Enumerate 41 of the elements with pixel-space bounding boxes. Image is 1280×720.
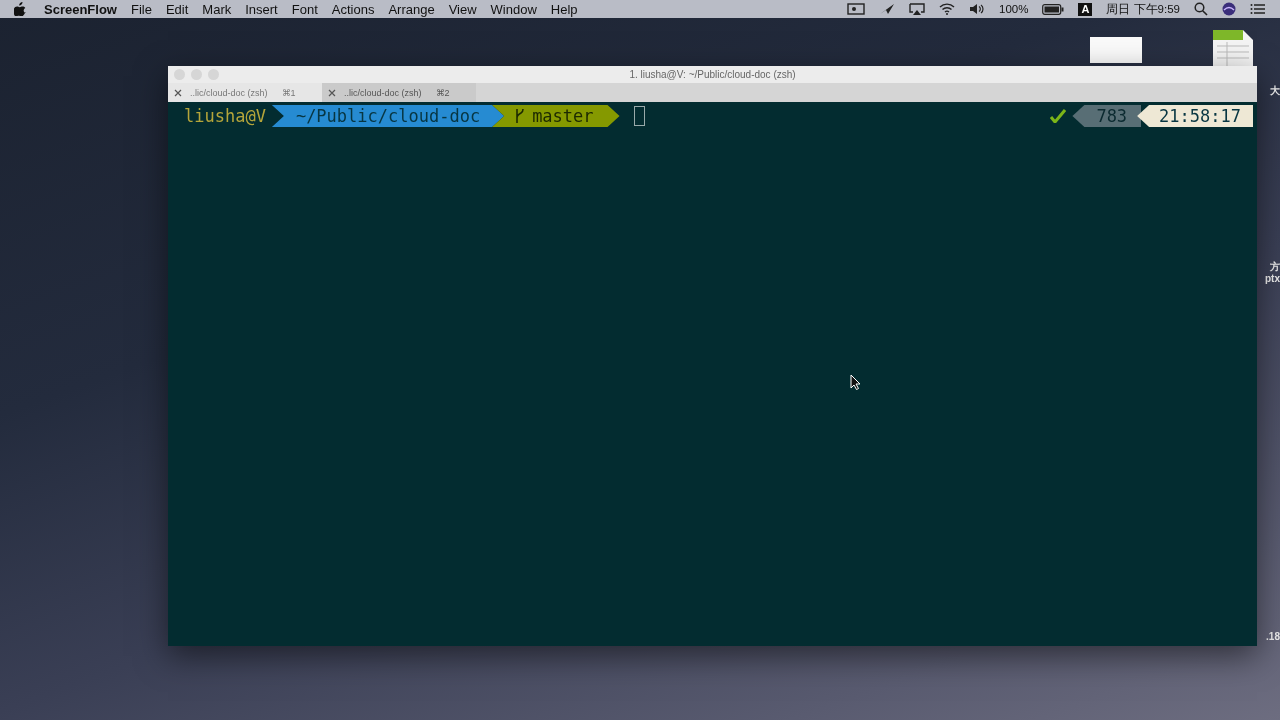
airplay-icon[interactable] <box>909 3 926 15</box>
prompt-time-segment: 21:58:17 <box>1137 105 1253 127</box>
desktop-file-label: .18 <box>1266 631 1280 642</box>
desktop-file-label: 方 <box>1270 260 1280 274</box>
terminal-tab[interactable]: ..lic/cloud-doc (zsh) ⌘2 <box>322 83 476 102</box>
apple-logo-icon[interactable] <box>14 2 26 16</box>
close-icon[interactable] <box>328 88 336 97</box>
menu-item[interactable]: View <box>448 1 477 17</box>
app-name-menu[interactable]: ScreenFlow <box>44 1 117 17</box>
menu-item[interactable]: Insert <box>245 1 278 17</box>
input-method-indicator[interactable]: A <box>1078 2 1093 16</box>
menu-item[interactable]: File <box>130 1 152 17</box>
window-title: 1. liusha@V: ~/Public/cloud-doc (zsh) <box>628 69 797 80</box>
spreadsheet-file-icon[interactable] <box>1213 30 1253 66</box>
prompt-path-segment: ~/Public/cloud-doc <box>271 105 505 127</box>
desktop-file-label: 大 <box>1270 84 1280 98</box>
document-thumbnail[interactable] <box>1090 37 1142 63</box>
battery-percentage: 100% <box>999 3 1029 15</box>
branch-icon <box>514 108 527 124</box>
wifi-icon[interactable] <box>939 3 956 15</box>
menu-item[interactable]: Help <box>550 1 578 17</box>
menu-clock[interactable]: 周日 下午9:59 <box>1106 1 1180 17</box>
screen-record-icon[interactable] <box>847 3 866 15</box>
desktop-file-label: ptx <box>1265 273 1280 284</box>
menu-item[interactable]: Actions <box>331 1 375 17</box>
prompt-branch-segment: master <box>492 105 620 127</box>
menu-item[interactable]: Window <box>490 1 537 17</box>
search-icon[interactable] <box>1194 2 1208 16</box>
siri-icon[interactable] <box>1222 2 1236 16</box>
menu-item[interactable]: Edit <box>165 1 189 17</box>
menu-item[interactable]: Mark <box>202 1 232 17</box>
menu-list-icon[interactable] <box>1250 3 1266 15</box>
menu-item[interactable]: Font <box>291 1 318 17</box>
close-icon[interactable] <box>174 88 182 97</box>
menu-item[interactable]: Arrange <box>388 1 435 17</box>
text-cursor <box>633 106 645 126</box>
mouse-pointer-icon <box>850 374 861 390</box>
battery-icon[interactable] <box>1042 3 1065 15</box>
terminal-tab[interactable]: ..lic/cloud-doc (zsh) ⌘1 <box>168 83 322 102</box>
prompt-history-segment: 783 <box>1072 105 1142 127</box>
volume-icon[interactable] <box>969 3 986 15</box>
